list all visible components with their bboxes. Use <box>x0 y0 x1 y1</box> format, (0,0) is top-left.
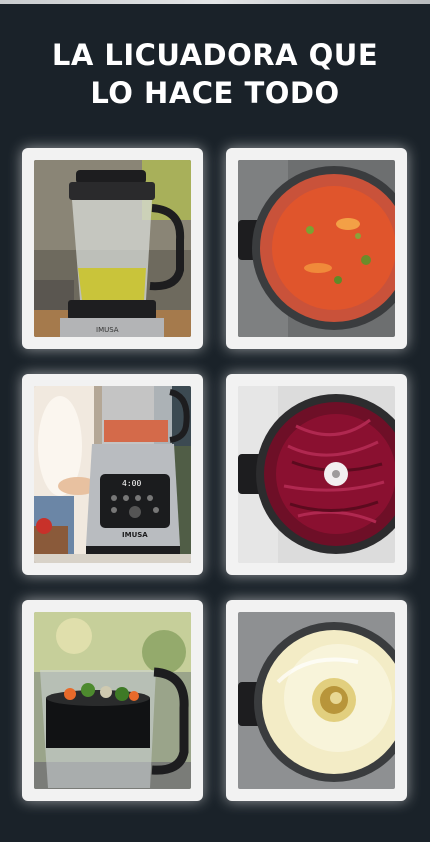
gallery-card-1[interactable]: IMUSA <box>22 148 203 349</box>
page-title: LA LICUADORA QUE LO HACE TODO <box>0 36 430 112</box>
gallery-card-2[interactable] <box>226 148 407 349</box>
top-accent-bar <box>0 0 430 4</box>
brand-mark: IMUSA <box>96 326 119 334</box>
display-readout: 4:00 <box>122 479 141 488</box>
tomato-soup-photo <box>238 160 395 337</box>
title-line-1: LA LICUADORA QUE <box>51 38 379 72</box>
gallery-card-3[interactable]: 4:00 IMUSA <box>22 374 203 575</box>
gallery-card-5[interactable] <box>22 600 203 801</box>
cream-sauce-photo <box>238 612 395 789</box>
blender-control-panel-photo: 4:00 IMUSA <box>34 386 191 563</box>
title-line-2: LO HACE TODO <box>90 76 340 110</box>
blender-soup-photo: IMUSA <box>34 160 191 337</box>
beet-shreds-photo <box>238 386 395 563</box>
gallery-card-4[interactable] <box>226 374 407 575</box>
vegetable-steamer-photo <box>34 612 191 789</box>
gallery-card-6[interactable] <box>226 600 407 801</box>
brand-mark-base: IMUSA <box>122 531 148 539</box>
